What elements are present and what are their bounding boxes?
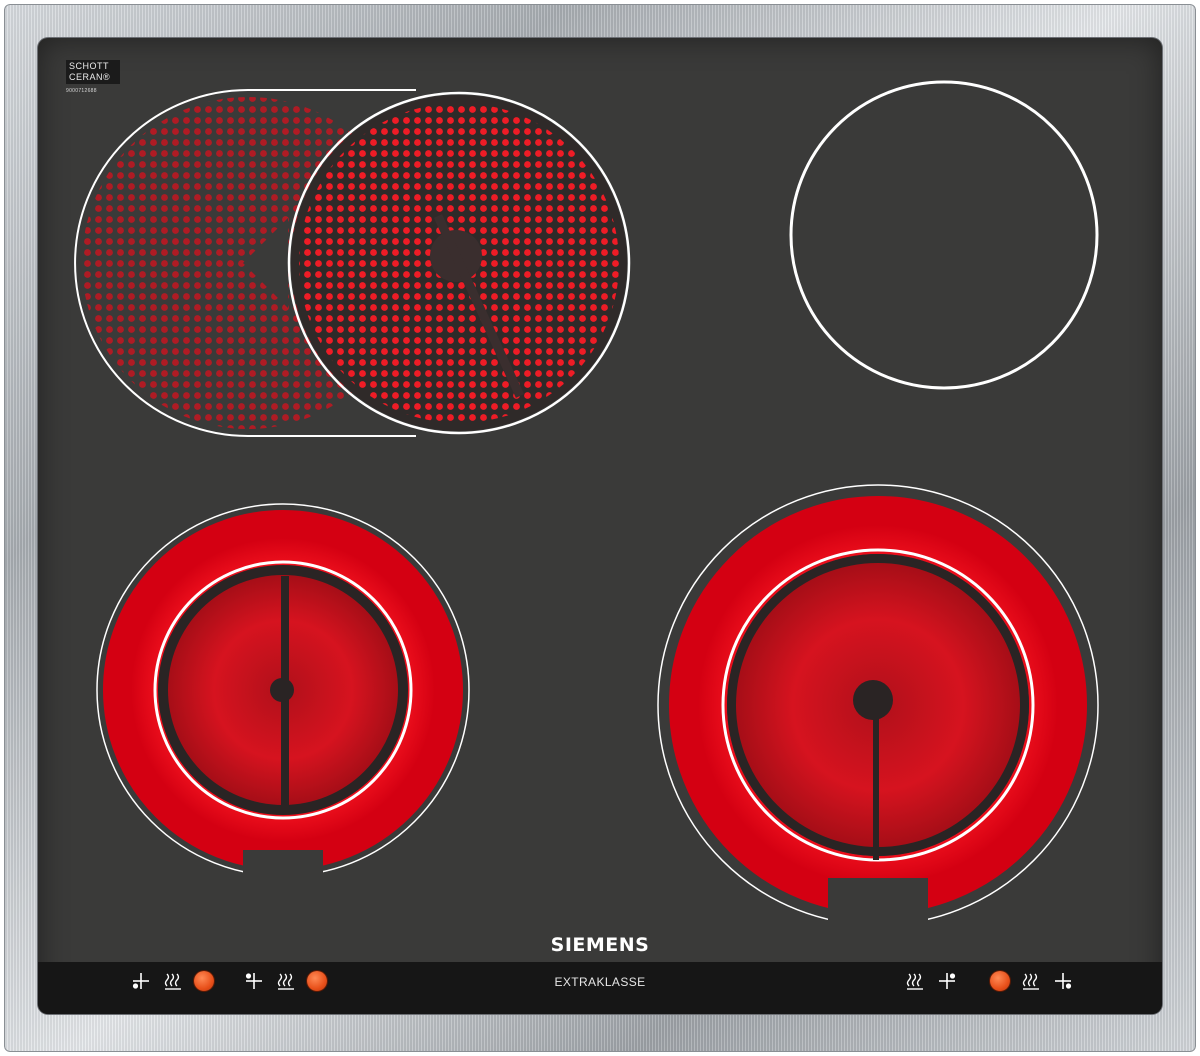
control-front-right — [990, 970, 1074, 992]
front-right-knob-button[interactable] — [990, 971, 1010, 991]
control-rear-right — [904, 970, 958, 992]
ceramic-glass-cooktop: SCHOTT CERAN® 9000712688 SIEMENS EXTRAKL… — [38, 38, 1162, 1014]
zone-position-front-right-icon — [1055, 973, 1072, 989]
control-strip: EXTRAKLASSE — [38, 962, 1162, 1014]
cooking-zones — [74, 80, 1099, 938]
heat-icon — [277, 973, 294, 990]
front-left-knob-button[interactable] — [194, 971, 214, 991]
control-rear-left — [243, 970, 327, 992]
zone-position-rear-left-icon — [245, 973, 262, 989]
heat-icon — [164, 973, 181, 990]
rear-left-extended-zone — [74, 89, 631, 437]
heat-icon — [1022, 973, 1039, 990]
zone-position-rear-right-icon — [939, 973, 956, 989]
rear-left-knob-button[interactable] — [307, 971, 327, 991]
zone-position-front-left-icon — [132, 973, 149, 989]
heat-icon — [906, 973, 923, 990]
brand-logo: SIEMENS — [550, 934, 650, 956]
rear-right-zone — [789, 80, 1099, 390]
control-front-left — [130, 970, 214, 992]
front-left-dual-zone — [96, 503, 470, 922]
front-right-dual-zone — [657, 484, 1099, 938]
